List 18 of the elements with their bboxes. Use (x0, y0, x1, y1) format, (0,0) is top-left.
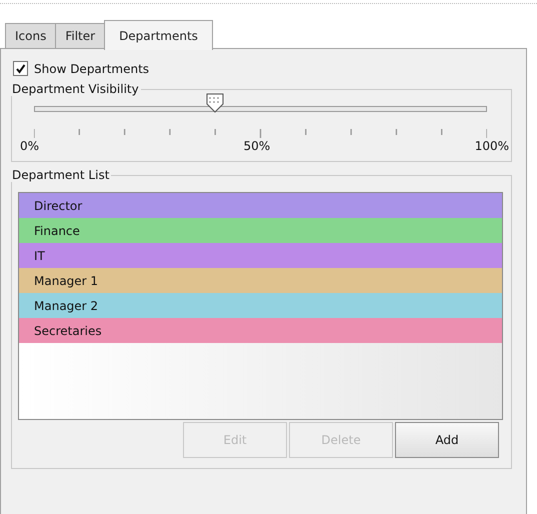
tick-label: 0% (20, 139, 40, 153)
checkbox[interactable] (13, 61, 28, 76)
group-title: Department List (11, 168, 110, 182)
department-row[interactable]: Finance (19, 218, 502, 243)
action-button[interactable]: Add (395, 422, 499, 458)
department-row[interactable]: Director (19, 193, 502, 218)
department-row[interactable]: IT (19, 243, 502, 268)
slider-thumb[interactable] (205, 93, 226, 113)
checkbox-label: Show Departments (34, 62, 150, 76)
tick-label: 50% (244, 139, 270, 153)
tab[interactable]: Departments (104, 20, 213, 50)
department-row[interactable]: Manager 1 (19, 268, 502, 293)
tab[interactable]: Icons (5, 23, 56, 48)
department-row[interactable]: Manager 2 (19, 293, 502, 318)
department-row[interactable]: Secretaries (19, 318, 502, 343)
tick-label: 100% (474, 139, 509, 153)
tab[interactable]: Filter (55, 23, 106, 48)
group-title: Department Visibility (11, 82, 140, 96)
